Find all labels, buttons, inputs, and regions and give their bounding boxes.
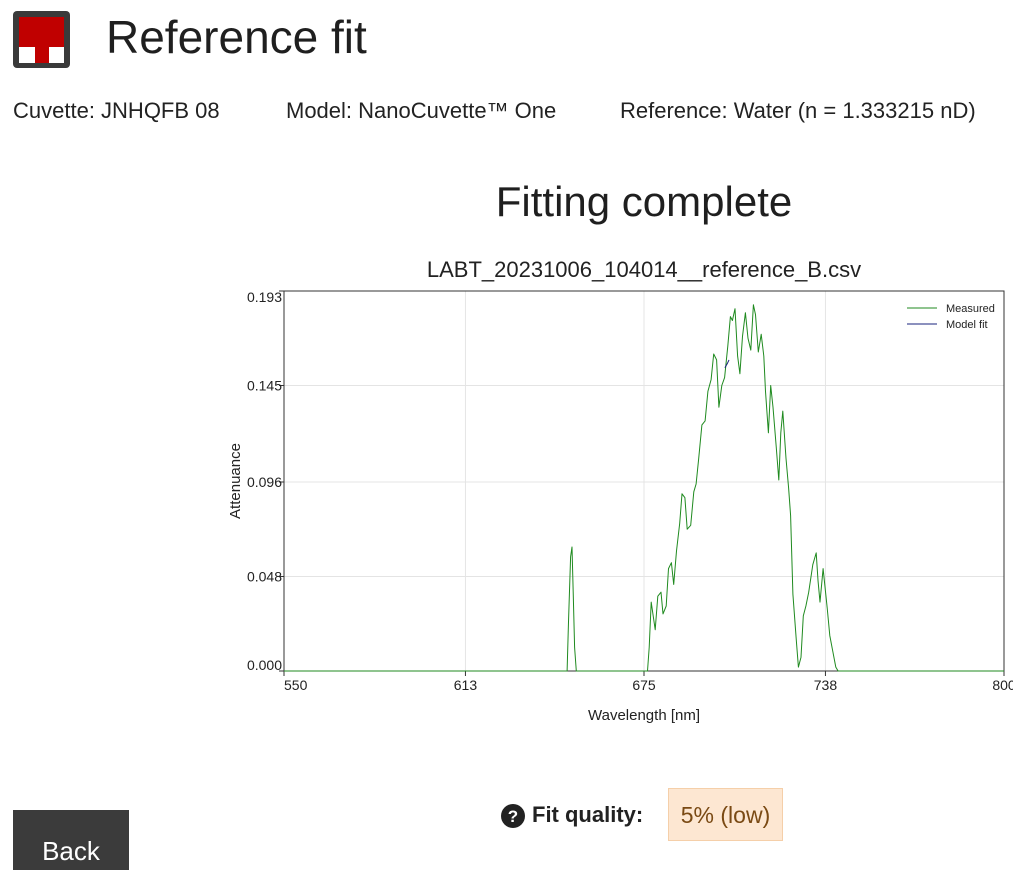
- x-tick-label: 613: [454, 677, 478, 693]
- y-tick-label: 0.096: [247, 474, 282, 490]
- x-tick-label: 738: [814, 677, 838, 693]
- x-tick-label: 800: [992, 677, 1013, 693]
- y-axis-label: Attenuance: [227, 443, 244, 519]
- y-tick-label: 0.193: [247, 289, 282, 305]
- help-circle-icon[interactable]: ?: [500, 803, 526, 829]
- fit-chart: 550 613 675 738 800 0.000 0.048 0.096 0.145 0.193…: [227, 289, 1013, 724]
- x-axis-label: Wavelength [nm]: [588, 707, 700, 724]
- y-tick-label: 0.000: [247, 657, 282, 673]
- fit-quality-badge: 5% (low): [668, 788, 783, 841]
- y-tick-label: 0.145: [247, 378, 282, 394]
- x-tick-label: 675: [632, 677, 656, 693]
- y-tick-label: 0.048: [247, 568, 282, 584]
- legend-label: Model fit: [946, 319, 988, 331]
- legend-label: Measured: [946, 303, 995, 315]
- x-tick-label: 550: [284, 677, 308, 693]
- back-button[interactable]: Back: [13, 810, 129, 870]
- fit-quality-label: Fit quality:: [532, 802, 644, 827]
- svg-text:?: ?: [508, 807, 518, 826]
